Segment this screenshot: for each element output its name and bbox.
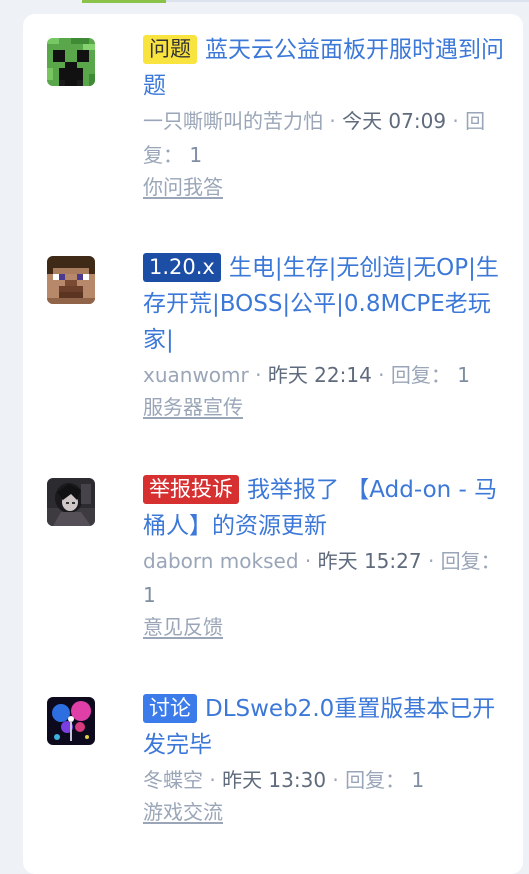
reply-label: 回复： xyxy=(390,363,451,387)
reply-count: 1 xyxy=(457,363,470,387)
reply-count: 1 xyxy=(411,768,425,792)
thread-author[interactable]: 一只嘶嘶叫的苦力怕 xyxy=(143,109,323,133)
tab-bar-divider xyxy=(166,0,529,2)
thread-category-link[interactable]: 游戏交流 xyxy=(143,797,223,827)
active-tab-indicator xyxy=(82,0,166,3)
thread-meta: xuanwomr · 昨天 22:14 · 回复： 1 xyxy=(143,363,470,387)
thread-tag[interactable]: 1.20.x xyxy=(143,253,221,282)
thread-author[interactable]: 冬蝶空 xyxy=(143,768,203,792)
thread-tag[interactable]: 讨论 xyxy=(143,694,197,723)
thread-title-text[interactable]: 蓝天云公益面板开服时遇到问题 xyxy=(143,37,504,99)
thread-category-link[interactable]: 服务器宣传 xyxy=(143,392,243,422)
thread-meta: 冬蝶空 · 昨天 13:30 · 回复： 1 xyxy=(143,768,425,792)
thread-author[interactable]: xuanwomr xyxy=(143,363,249,387)
thread-meta: daborn moksed · 昨天 15:27 · 回复： 1 xyxy=(143,549,501,607)
thread-tag[interactable]: 举报投诉 xyxy=(143,475,239,504)
dark-character-avatar-icon[interactable] xyxy=(47,478,95,526)
thread-title[interactable]: 举报投诉 我举报了 【Add-on - 马桶人】的资源更新 xyxy=(143,472,509,544)
reply-count: 1 xyxy=(189,143,203,167)
thread-time: 昨天 13:30 xyxy=(222,768,327,792)
thread-category-link[interactable]: 意见反馈 xyxy=(143,612,223,642)
reply-count: 1 xyxy=(143,583,156,607)
reply-label: 回复： xyxy=(440,549,501,573)
neon-butterfly-avatar-icon[interactable] xyxy=(47,697,95,745)
thread-meta: 一只嘶嘶叫的苦力怕 · 今天 07:09 · 回复： 1 xyxy=(143,109,486,167)
thread-list-card: 问题 蓝天云公益面板开服时遇到问题 一只嘶嘶叫的苦力怕 · 今天 07:09 · … xyxy=(23,14,523,874)
thread-author[interactable]: daborn moksed xyxy=(143,549,299,573)
thread-time: 昨天 22:14 xyxy=(267,363,372,387)
thread-time: 昨天 15:27 xyxy=(317,549,422,573)
thread-tag[interactable]: 问题 xyxy=(143,35,197,64)
thread-title[interactable]: 讨论 DLSweb2.0重置版基本已开发完毕 xyxy=(143,691,509,763)
creeper-avatar-icon[interactable] xyxy=(47,38,95,86)
thread-title[interactable]: 1.20.x 生电|生存|无创造|无OP|生存开荒|BOSS|公平|0.8MCPE… xyxy=(143,250,509,358)
thread-time: 今天 07:09 xyxy=(342,109,447,133)
thread-title[interactable]: 问题 蓝天云公益面板开服时遇到问题 xyxy=(143,32,509,104)
steve-avatar-icon[interactable] xyxy=(47,256,95,304)
reply-label: 回复： xyxy=(345,768,406,792)
thread-category-link[interactable]: 你问我答 xyxy=(143,172,223,202)
